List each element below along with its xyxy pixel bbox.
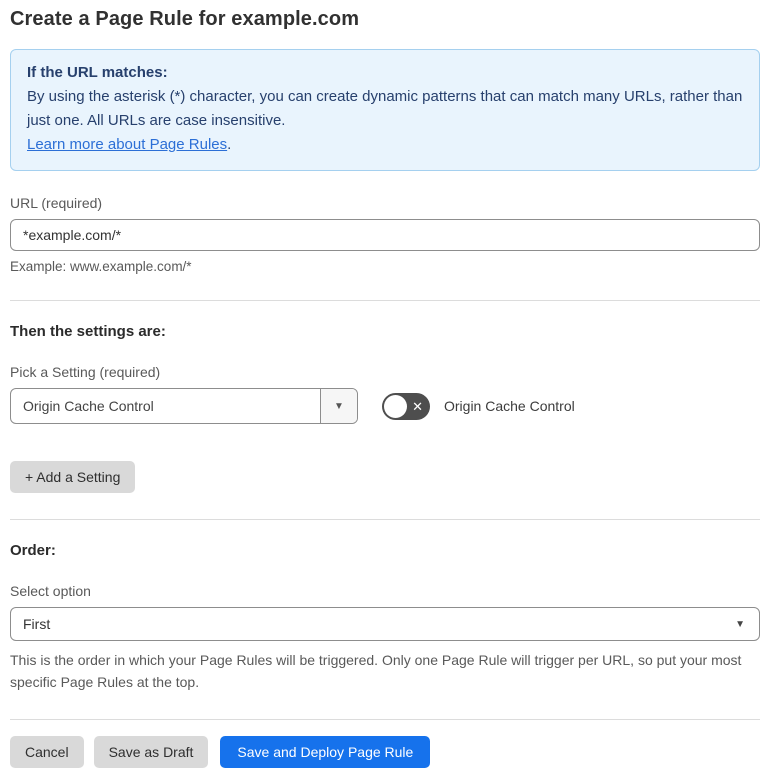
info-box-body: By using the asterisk (*) character, you… bbox=[27, 88, 743, 129]
order-help-text: This is the order in which your Page Rul… bbox=[10, 652, 742, 690]
order-section-heading: Order: bbox=[10, 542, 56, 559]
origin-cache-control-toggle[interactable]: ✕ bbox=[382, 392, 430, 420]
order-select[interactable]: First ▼ bbox=[10, 607, 760, 641]
learn-more-link[interactable]: Learn more about Page Rules bbox=[27, 136, 227, 153]
toggle-knob bbox=[384, 394, 407, 418]
pick-setting-label: Pick a Setting (required) bbox=[10, 364, 161, 380]
save-and-deploy-button[interactable]: Save and Deploy Page Rule bbox=[220, 736, 431, 768]
info-box-link-line: Learn more about Page Rules. bbox=[27, 133, 743, 157]
chevron-down-icon: ▼ bbox=[735, 618, 745, 630]
setting-select[interactable]: Origin Cache Control ▼ bbox=[10, 388, 358, 424]
url-match-info-box: If the URL matches: By using the asteris… bbox=[10, 49, 760, 171]
toggle-off-x-icon: ✕ bbox=[412, 398, 423, 414]
url-field-label: URL (required) bbox=[10, 195, 103, 211]
chevron-down-icon: ▼ bbox=[334, 400, 344, 412]
save-as-draft-button[interactable]: Save as Draft bbox=[93, 736, 209, 768]
origin-cache-control-toggle-group: ✕ Origin Cache Control bbox=[382, 392, 575, 420]
order-select-label: Select option bbox=[10, 583, 91, 599]
page-title: Create a Page Rule for example.com bbox=[10, 8, 360, 30]
order-select-value: First bbox=[23, 616, 51, 632]
link-suffix: . bbox=[227, 136, 232, 153]
page-rule-form: Create a Page Rule for example.com If th… bbox=[0, 0, 770, 768]
divider bbox=[10, 300, 760, 301]
footer-actions: Cancel Save as Draft Save and Deploy Pag… bbox=[10, 736, 760, 768]
divider bbox=[10, 519, 760, 520]
url-input[interactable] bbox=[10, 219, 760, 251]
toggle-label: Origin Cache Control bbox=[444, 398, 575, 414]
add-setting-button[interactable]: + Add a Setting bbox=[10, 461, 136, 493]
setting-picker-row: Origin Cache Control ▼ ✕ Origin Cache Co… bbox=[10, 388, 760, 424]
url-example-text: Example: www.example.com/* bbox=[10, 259, 192, 274]
setting-select-value: Origin Cache Control bbox=[23, 398, 154, 414]
info-box-heading: If the URL matches: bbox=[27, 64, 168, 81]
settings-section-heading: Then the settings are: bbox=[10, 323, 166, 340]
divider bbox=[10, 719, 760, 720]
setting-select-arrow-button[interactable]: ▼ bbox=[320, 389, 357, 423]
cancel-button[interactable]: Cancel bbox=[10, 736, 84, 768]
